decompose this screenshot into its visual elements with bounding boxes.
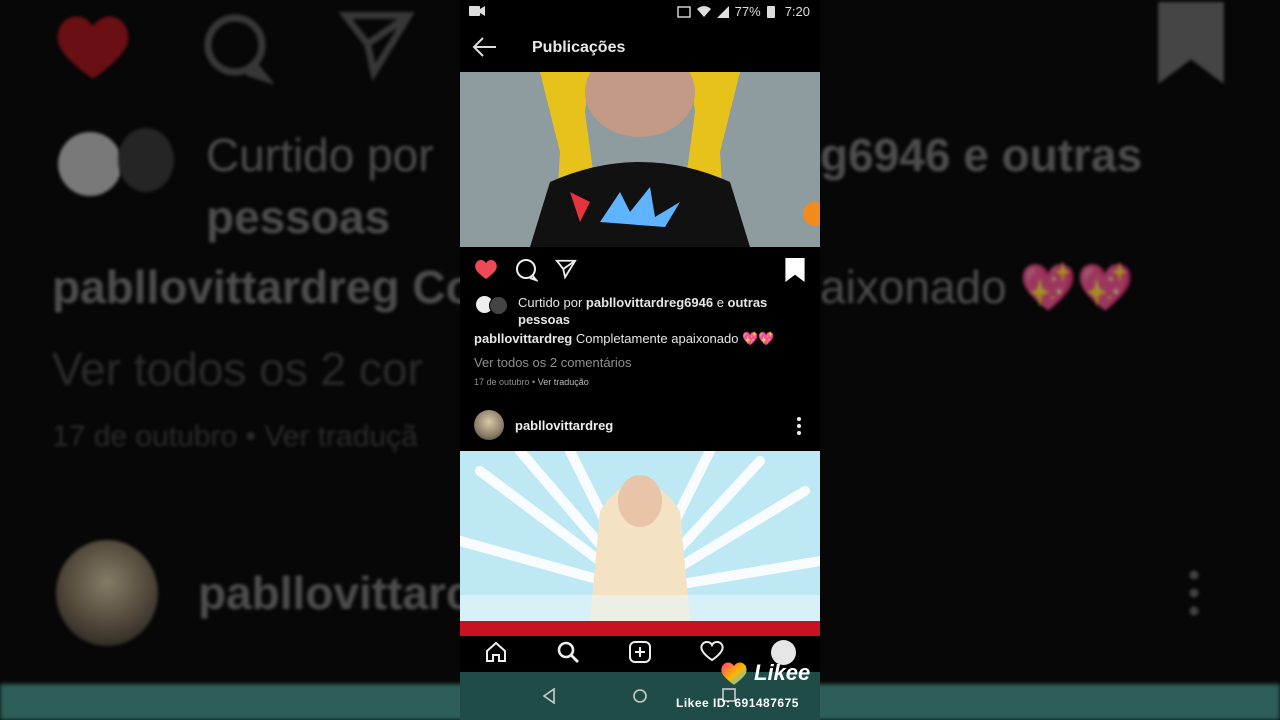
back-triangle-icon[interactable] bbox=[542, 688, 556, 704]
share-icon[interactable] bbox=[554, 258, 578, 280]
screen-record-icon bbox=[469, 5, 485, 20]
post-username[interactable]: pabllovittardreg bbox=[515, 418, 613, 433]
status-right: 77% 7:20 bbox=[676, 4, 810, 19]
translate-link[interactable]: Ver tradução bbox=[538, 377, 589, 387]
home-icon[interactable] bbox=[484, 640, 508, 664]
post-photo-person bbox=[460, 72, 820, 247]
page-title: Publicações bbox=[532, 39, 626, 56]
post-caption: pabllovittardreg Completamente apaixonad… bbox=[474, 331, 810, 347]
view-comments-link[interactable]: Ver todos os 2 comentários bbox=[474, 355, 632, 370]
more-options-icon[interactable] bbox=[796, 416, 802, 436]
likee-id: Likee ID: 691487675 bbox=[676, 696, 799, 710]
post-actions bbox=[460, 256, 820, 284]
post-date: 17 de outubro • Ver tradução bbox=[474, 377, 589, 387]
heart-icon[interactable] bbox=[474, 258, 498, 280]
search-icon[interactable] bbox=[556, 640, 580, 664]
home-circle-icon[interactable] bbox=[632, 688, 648, 704]
caption-text: Completamente apaixonado 💖💖 bbox=[572, 331, 775, 346]
post-image[interactable] bbox=[460, 72, 820, 247]
comment-icon[interactable] bbox=[514, 258, 538, 282]
liked-by-user[interactable]: pabllovittardreg6946 bbox=[586, 295, 713, 310]
liked-by-prefix: Curtido por bbox=[518, 295, 586, 310]
post-header: pabllovittardreg bbox=[460, 408, 820, 442]
likee-logo-icon bbox=[721, 662, 747, 685]
activity-heart-icon[interactable] bbox=[700, 640, 724, 662]
likee-watermark: Likee bbox=[754, 660, 811, 685]
signal-icon bbox=[716, 5, 729, 18]
wifi-icon bbox=[696, 5, 711, 17]
date-separator: • bbox=[529, 377, 538, 387]
liked-by-suffix: e bbox=[713, 295, 728, 310]
caption-username[interactable]: pabllovittardreg bbox=[474, 331, 572, 346]
liked-by-text: Curtido por pabllovittardreg6946 e outra… bbox=[518, 294, 818, 328]
battery-level: 77% bbox=[734, 4, 761, 19]
back-arrow-icon[interactable] bbox=[472, 36, 498, 58]
phone-screen: 77% 7:20 Publicações Curtido por pabllov… bbox=[460, 0, 820, 720]
app-bar: Publicações bbox=[460, 28, 820, 68]
post-date-text: 17 de outubro bbox=[474, 377, 530, 387]
clock: 7:20 bbox=[784, 4, 810, 19]
post-image-2[interactable] bbox=[460, 451, 820, 621]
liker-avatar-2 bbox=[489, 296, 508, 315]
new-post-icon[interactable] bbox=[628, 640, 652, 664]
status-bar: 77% 7:20 bbox=[460, 0, 820, 24]
bookmark-icon[interactable] bbox=[784, 258, 806, 282]
avatar[interactable] bbox=[474, 410, 504, 440]
cast-icon bbox=[676, 5, 691, 18]
battery-icon bbox=[766, 6, 775, 18]
post-photo-rays bbox=[460, 451, 820, 621]
